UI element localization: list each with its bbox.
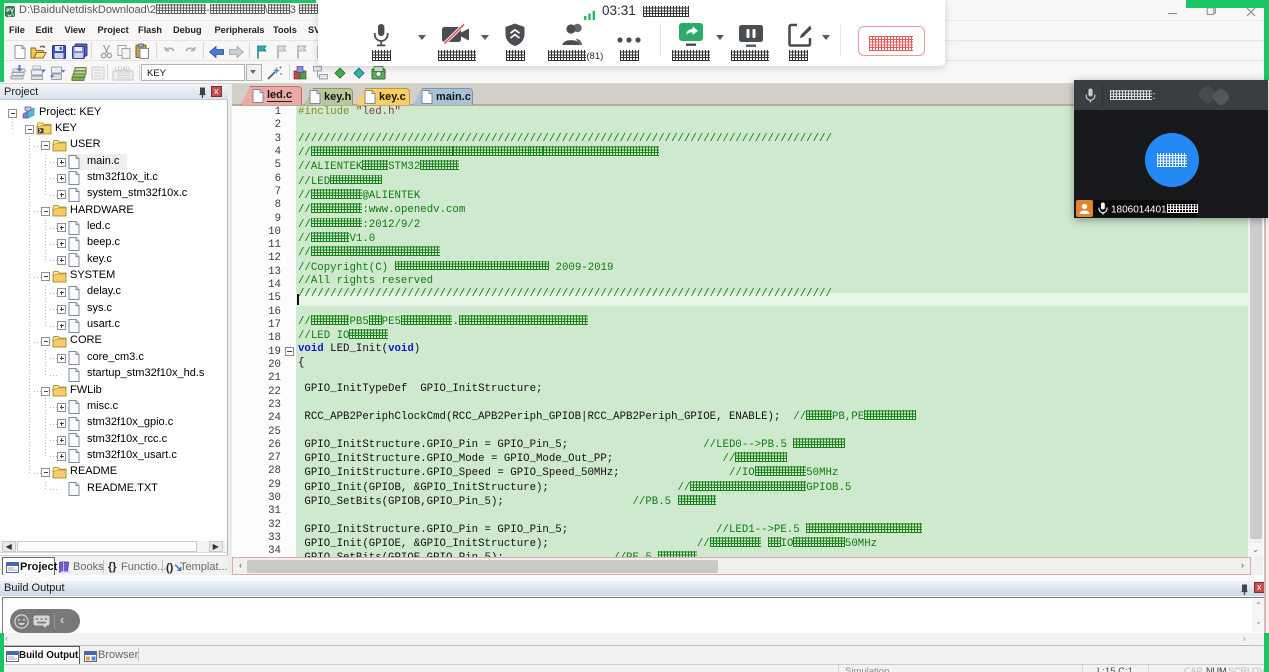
svg-text:LOAD: LOAD — [115, 66, 130, 72]
